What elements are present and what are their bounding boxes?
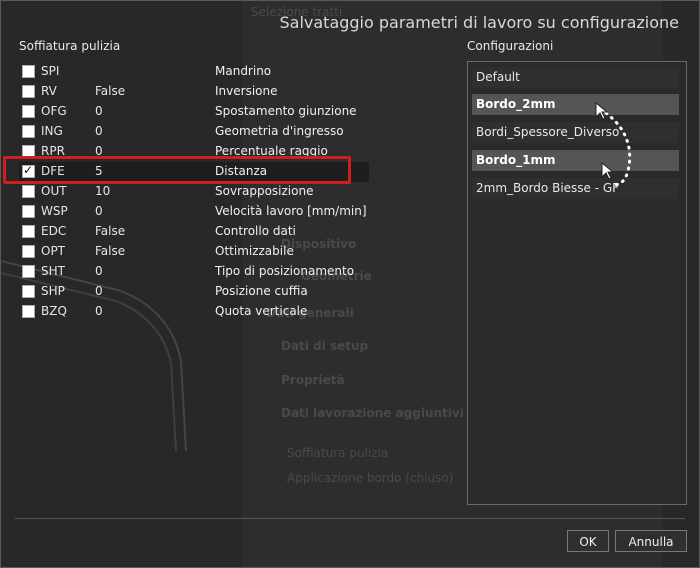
param-checkbox[interactable] <box>22 265 35 278</box>
param-code: EDC <box>41 224 67 238</box>
param-description: Quota verticale <box>215 304 308 318</box>
param-value: False <box>95 224 126 238</box>
param-checkbox[interactable] <box>22 85 35 98</box>
param-description: Mandrino <box>215 64 272 78</box>
param-description: Controllo dati <box>215 224 296 238</box>
save-config-dialog: Selezione tratti Dati generali Dati di s… <box>0 0 700 568</box>
param-checkbox[interactable] <box>22 225 35 238</box>
param-checkbox[interactable] <box>22 125 35 138</box>
param-value: 10 <box>95 184 111 198</box>
param-code: SPI <box>41 64 60 78</box>
param-description: Spostamento giunzione <box>215 104 357 118</box>
param-description: Sovrapposizione <box>215 184 314 198</box>
param-value: 0 <box>95 284 103 298</box>
param-description: Ottimizzabile <box>215 244 294 258</box>
param-checkbox[interactable] <box>22 105 35 118</box>
param-row-shp: SHP 0 Posizione cuffia <box>19 282 369 302</box>
param-description: Geometria d'ingresso <box>215 124 344 138</box>
params-heading: Soffiatura pulizia <box>19 39 121 53</box>
dialog-title: Salvataggio parametri di lavoro su confi… <box>279 13 679 32</box>
param-code: SHT <box>41 264 65 278</box>
param-row-wsp: WSP 0 Velocità lavoro [mm/min] <box>19 202 369 222</box>
configs-heading: Configurazioni <box>467 39 554 53</box>
param-row-ofg: OFG 0 Spostamento giunzione <box>19 102 369 122</box>
mouse-pointer-icon <box>595 102 609 120</box>
param-checkbox[interactable] <box>22 205 35 218</box>
param-description: Posizione cuffia <box>215 284 308 298</box>
param-value: 0 <box>95 264 103 278</box>
param-code: OPT <box>41 244 66 258</box>
param-row-ing: ING 0 Geometria d'ingresso <box>19 122 369 142</box>
param-code: BZQ <box>41 304 67 318</box>
config-item[interactable]: Bordo_1mm <box>472 150 679 171</box>
param-value: False <box>95 84 126 98</box>
param-row-out: OUT 10 Sovrapposizione <box>19 182 369 202</box>
param-code: RV <box>41 84 57 98</box>
param-code: SHP <box>41 284 65 298</box>
param-value: 0 <box>95 124 103 138</box>
param-code: WSP <box>41 204 68 218</box>
mouse-pointer-icon <box>601 162 615 180</box>
param-row-bzq: BZQ 0 Quota verticale <box>19 302 369 322</box>
param-checkbox[interactable] <box>22 245 35 258</box>
param-row-edc: EDC False Controllo dati <box>19 222 369 242</box>
param-value: False <box>95 244 126 258</box>
ok-button[interactable]: OK <box>567 530 609 552</box>
param-code: ING <box>41 124 63 138</box>
param-value: 0 <box>95 304 103 318</box>
param-row-rv: RV False Inversione <box>19 82 369 102</box>
param-code: OFG <box>41 104 67 118</box>
config-item[interactable]: 2mm_Bordo Biesse - GF <box>472 178 679 199</box>
params-list: SPI Mandrino RV False Inversione OFG 0 Spostame… <box>19 62 369 322</box>
param-description: Tipo di posizionamento <box>215 264 355 278</box>
param-checkbox[interactable] <box>22 285 35 298</box>
param-value: 0 <box>95 204 103 218</box>
param-code: OUT <box>41 184 67 198</box>
config-item[interactable]: Default <box>472 67 679 88</box>
param-description: Velocità lavoro [mm/min] <box>215 204 367 218</box>
param-checkbox[interactable] <box>22 305 35 318</box>
configs-list: Default Bordo_2mm Bordi_Spessore_Diverso Bo… <box>467 61 687 505</box>
config-item[interactable]: Bordi_Spessore_Diverso <box>472 122 679 143</box>
param-description: Inversione <box>215 84 278 98</box>
param-value: 0 <box>95 104 103 118</box>
param-row-opt: OPT False Ottimizzabile <box>19 242 369 262</box>
param-row-sht: SHT 0 Tipo di posizionamento <box>19 262 369 282</box>
cancel-button[interactable]: Annulla <box>615 530 687 552</box>
param-checkbox[interactable] <box>22 65 35 78</box>
highlight-annotation <box>3 156 351 184</box>
footer-separator <box>15 518 685 519</box>
param-checkbox[interactable] <box>22 185 35 198</box>
config-item[interactable]: Bordo_2mm <box>472 94 679 115</box>
param-row-spi: SPI Mandrino <box>19 62 369 82</box>
